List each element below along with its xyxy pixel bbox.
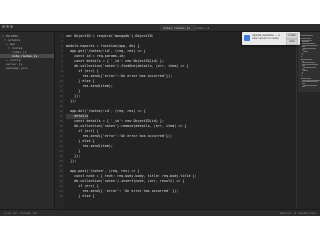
minimap-line [301,54,303,56]
minimap-line [300,75,302,76]
minimap-line [303,70,308,72]
wrap-guide [296,32,297,216]
minimap-line [301,73,303,75]
minimap-line [303,67,317,68]
minimize-window-icon[interactable] [6,25,9,28]
notification-text: Update Available — A new version is read… [252,34,280,41]
code-line[interactable]: } else { [66,194,94,199]
later-button[interactable]: Later [286,39,298,45]
tab-notes-routes[interactable]: notes_routes.js [160,25,196,31]
minimap-line [300,35,313,36]
line-number: 33 [59,194,63,198]
cursor-position: Line 17, Column 12 [4,211,37,215]
tab-bar: notes_routes.js index.js [0,24,320,32]
status-bar: Line 17, Column 12 Spaces: 2 JavaScript [0,209,320,216]
zoom-window-icon[interactable] [10,25,13,28]
code-line[interactable]: }); [66,159,76,164]
update-notification: Update Available — A new version is read… [242,32,300,45]
minimap-line [303,51,308,52]
line-number-gutter: 1 2 3 4 5 6 7 8 9 10 11 12 13 14 15 16 17 18 19 20 21 22 23 24 2… [55,32,64,216]
code-line[interactable]: }); [66,99,76,104]
minimap-line [303,47,317,49]
editor-window: notes_routes.js index.js ▾ FOLDERS ▾ not… [0,24,320,216]
close-window-icon[interactable] [2,25,5,28]
sidebar-item-package[interactable]: package.json [6,66,28,70]
app-update-icon [244,35,250,41]
tab-index[interactable]: index.js [192,25,220,31]
minimap-line [302,86,305,88]
code-area[interactable]: var ObjectID = require('mongodb').Object… [66,32,296,216]
status-syntax[interactable]: Spaces: 2 JavaScript [280,211,316,216]
code-line[interactable]: var ObjectID = require('mongodb').Object… [66,34,154,39]
sidebar: ▾ FOLDERS ▾ notable ▸ app ▾ routes index… [0,32,55,216]
minimap-line [303,84,318,86]
minimap-line [300,55,302,57]
minimap[interactable] [298,32,320,216]
